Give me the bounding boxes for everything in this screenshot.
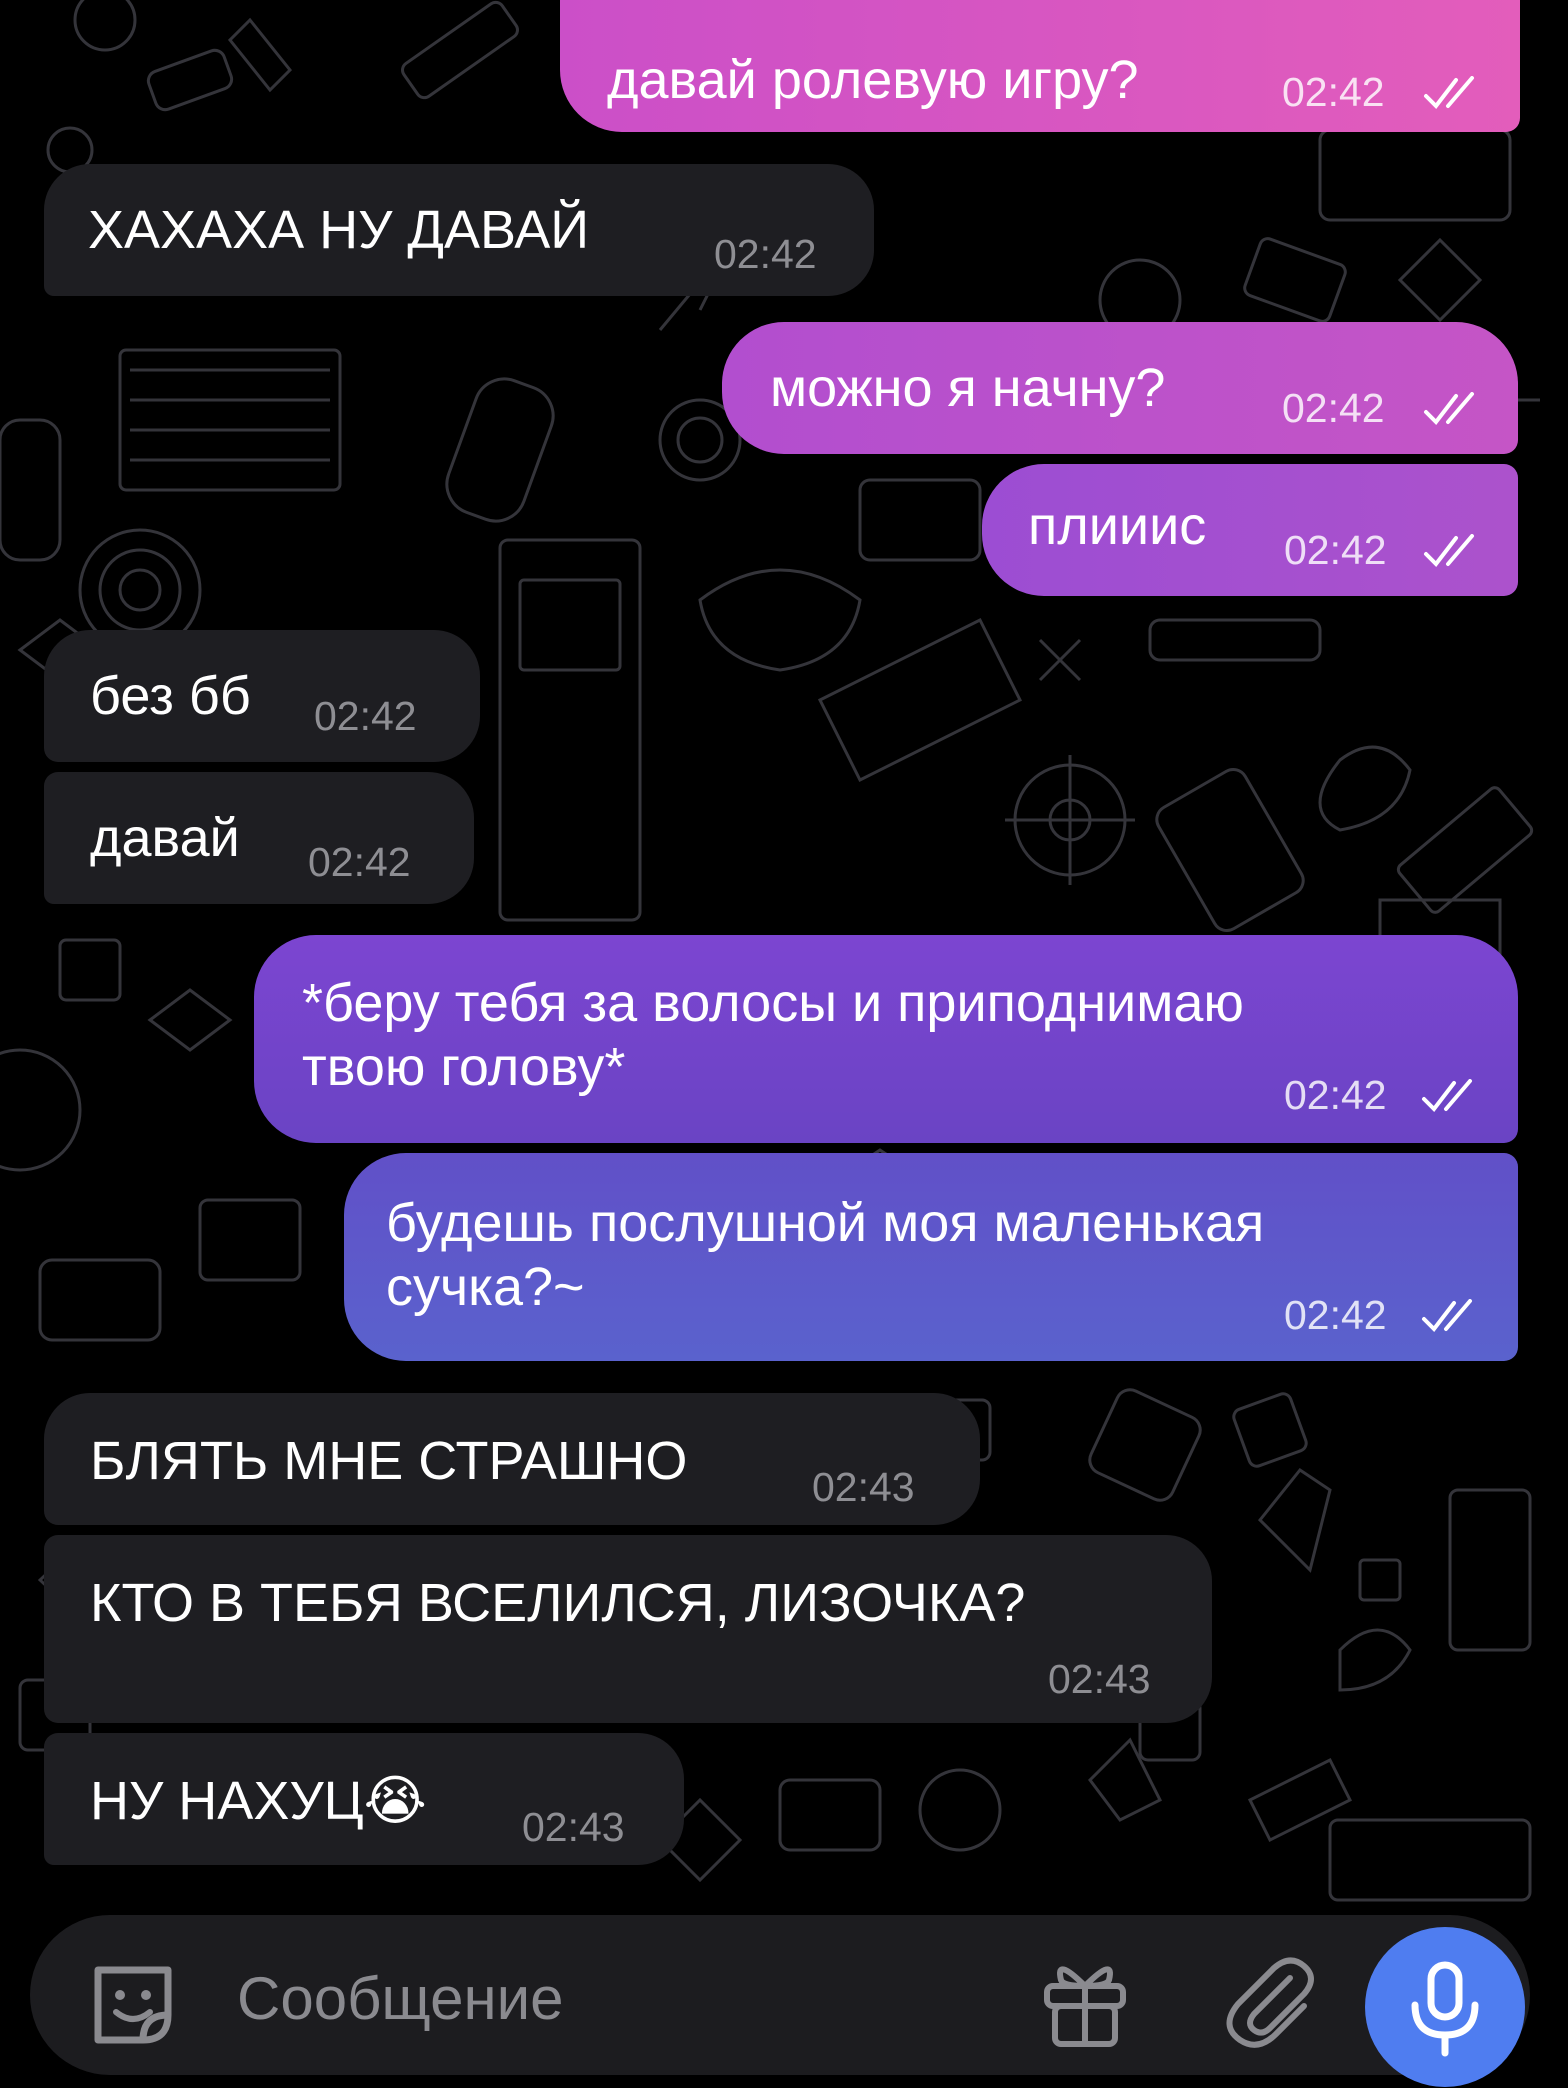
microphone-icon — [1411, 1961, 1479, 2057]
double-check-icon — [1424, 392, 1474, 426]
double-check-icon — [1422, 1079, 1472, 1113]
outgoing-message[interactable]: *беру тебя за волосы и приподнимаю твою … — [254, 935, 1518, 1143]
message-text: *беру тебя за волосы и приподнимаю твою … — [302, 973, 1244, 1097]
message-text: БЛЯТЬ МНЕ СТРАШНО — [90, 1431, 688, 1491]
double-check-icon — [1422, 1299, 1472, 1333]
double-check-icon — [1424, 76, 1474, 110]
incoming-message[interactable]: давай 02:42 — [44, 772, 474, 904]
message-text: можно я начну? — [770, 358, 1166, 418]
outgoing-message[interactable]: плииис 02:42 — [982, 464, 1518, 596]
message-time: 02:43 — [1048, 1656, 1151, 1702]
message-time: 02:42 — [1282, 385, 1385, 431]
message-text: ХАХАХА НУ ДАВАЙ — [88, 200, 590, 260]
incoming-message[interactable]: без бб 02:42 — [44, 630, 480, 762]
message-text: НУ НАХУЦ😭 — [90, 1771, 427, 1831]
outgoing-message[interactable]: давай ролевую игру? 02:42 — [560, 0, 1520, 132]
message-text: будешь послушной моя маленькая сучка?~ — [386, 1193, 1265, 1317]
outgoing-message[interactable]: можно я начну? 02:42 — [722, 322, 1518, 454]
sticker-button[interactable] — [78, 1950, 188, 2060]
double-check-icon — [1424, 534, 1474, 568]
message-time: 02:42 — [308, 839, 411, 885]
message-text: давай — [90, 808, 240, 868]
message-list[interactable]: давай ролевую игру? 02:42 ХАХАХА НУ ДАВА… — [0, 0, 1568, 1900]
incoming-message[interactable]: КТО В ТЕБЯ ВСЕЛИЛСЯ, ЛИЗОЧКА? 02:43 — [44, 1535, 1212, 1723]
message-time: 02:42 — [714, 231, 817, 277]
gift-button[interactable] — [1035, 1952, 1135, 2052]
voice-record-button[interactable] — [1365, 1927, 1525, 2087]
message-time: 02:42 — [314, 693, 417, 739]
paperclip-icon — [1226, 1957, 1314, 2048]
message-text: плииис — [1028, 496, 1207, 556]
message-text: давай ролевую игру? — [607, 50, 1139, 110]
message-time: 02:42 — [1284, 1292, 1387, 1338]
message-time: 02:42 — [1284, 1072, 1387, 1118]
incoming-message[interactable]: НУ НАХУЦ😭 02:43 — [44, 1733, 684, 1865]
incoming-message[interactable]: ХАХАХА НУ ДАВАЙ 02:42 — [44, 164, 874, 296]
incoming-message[interactable]: БЛЯТЬ МНЕ СТРАШНО 02:43 — [44, 1393, 980, 1525]
attach-button[interactable] — [1220, 1952, 1320, 2052]
message-time: 02:42 — [1284, 527, 1387, 573]
message-time: 02:43 — [812, 1464, 915, 1510]
outgoing-message[interactable]: будешь послушной моя маленькая сучка?~ 0… — [344, 1153, 1518, 1361]
message-input[interactable] — [235, 1955, 939, 2043]
message-time: 02:42 — [1282, 69, 1385, 115]
sticker-icon — [94, 1966, 172, 2044]
message-time: 02:43 — [522, 1804, 625, 1850]
message-text: без бб — [90, 666, 251, 726]
message-text: КТО В ТЕБЯ ВСЕЛИЛСЯ, ЛИЗОЧКА? — [90, 1573, 1026, 1633]
gift-icon — [1044, 1966, 1126, 2047]
